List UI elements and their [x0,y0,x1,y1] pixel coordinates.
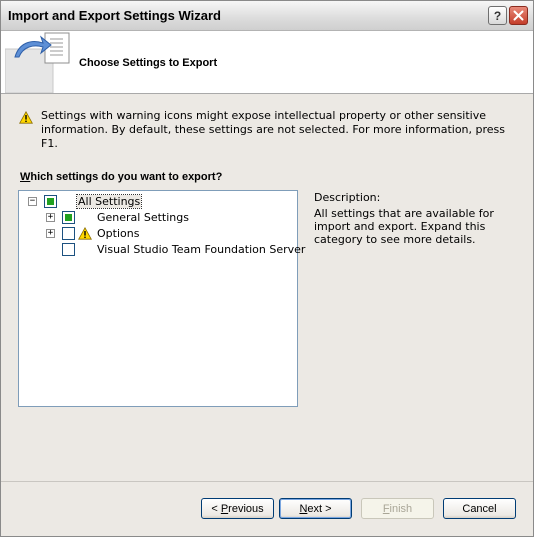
finish-button[interactable]: Finish [361,498,434,519]
tree-node-options[interactable]: + Options [19,226,297,240]
question-mnemonic: W [20,171,31,183]
cancel-button[interactable]: Cancel [443,498,516,519]
settings-question-label: Which settings do you want to export? [20,171,222,183]
wizard-header: Choose Settings to Export [1,31,533,94]
description-text: All settings that are available for impo… [314,207,494,246]
tree-checkbox-all-settings[interactable] [44,195,57,208]
wizard-window: Import and Export Settings Wizard ? Choo… [0,0,534,537]
description-title: Description: [314,191,381,204]
export-document-icon [5,32,70,93]
tree-label-general-settings[interactable]: General Settings [97,211,189,224]
close-icon [513,10,524,21]
close-button[interactable] [509,6,528,25]
tree-label-all-settings[interactable]: All Settings [75,194,143,209]
settings-tree[interactable]: − All Settings + General Settings + Opti… [18,190,305,407]
previous-button[interactable]: < Previous [201,498,274,519]
footer-divider [1,481,533,482]
help-button[interactable]: ? [488,6,507,25]
tree-label-options[interactable]: Options [97,227,139,240]
warning-text: Settings with warning icons might expose… [41,109,506,150]
cancel-label: Cancel [462,502,497,515]
expand-icon[interactable]: + [46,213,55,222]
tree-checkbox-general-settings[interactable] [62,211,75,224]
tree-node-all-settings[interactable]: − All Settings [19,194,297,209]
previous-mnemonic: P [220,502,229,515]
tree-label-team-foundation-server[interactable]: Visual Studio Team Foundation Server [97,243,305,256]
finish-mnemonic: F [382,502,390,515]
previous-label: revious [228,502,264,515]
previous-prefix: < [211,502,221,515]
tree-checkbox-options[interactable] [62,227,75,240]
next-button[interactable]: Next > [279,498,352,519]
collapse-icon[interactable]: − [28,197,37,206]
page-title: Choose Settings to Export [79,57,218,69]
question-text: hich settings do you want to export? [30,171,223,183]
window-title: Import and Export Settings Wizard [8,8,221,23]
finish-label: inish [389,502,413,515]
title-bar[interactable]: Import and Export Settings Wizard ? [1,1,533,31]
tree-node-general-settings[interactable]: + General Settings [19,210,297,224]
warning-icon [19,111,33,124]
expand-icon[interactable]: + [46,229,55,238]
question-icon: ? [493,8,502,23]
tree-checkbox-team-foundation-server[interactable] [62,243,75,256]
next-label: ext > [307,502,332,515]
tree-node-team-foundation-server[interactable]: Visual Studio Team Foundation Server [19,242,305,256]
warning-icon [78,227,92,240]
next-mnemonic: N [299,502,308,515]
